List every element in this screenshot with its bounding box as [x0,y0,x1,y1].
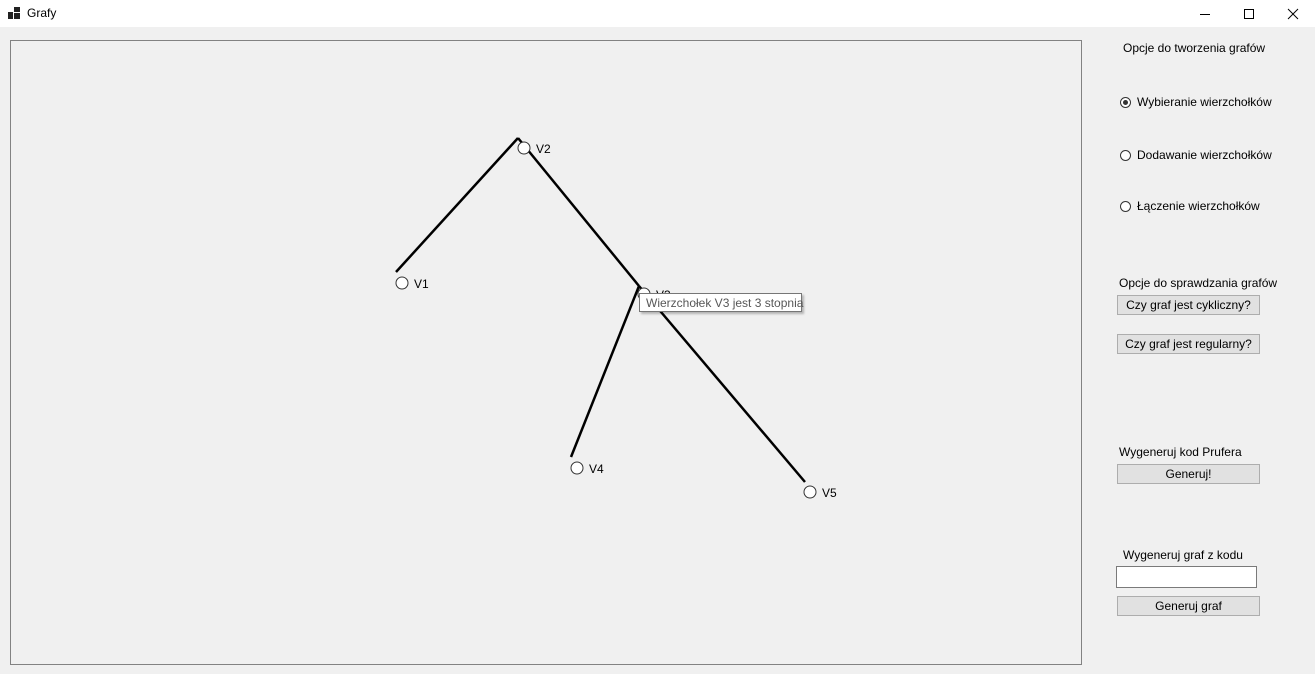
from-code-title: Wygeneruj graf z kodu [1123,548,1243,562]
radio-indicator[interactable] [1120,149,1131,161]
vertex-v1[interactable] [395,276,409,290]
vertex-label-v2: V2 [536,142,551,156]
edge-v3-v5 [638,285,806,483]
app-icon [8,7,20,19]
generate-graph-button[interactable]: Generuj graf [1117,596,1260,616]
radio-label-select-vertices: Wybieranie wierzchołków [1137,95,1272,109]
radio-label-connect-vertices: Łączenie wierzchołków [1137,199,1260,213]
minimize-button[interactable] [1182,0,1227,27]
vertex-degree-tooltip: Wierzchołek V3 jest 3 stopnia [639,293,803,312]
radio-indicator-checked[interactable] [1120,96,1131,108]
minimize-icon [1199,13,1210,15]
close-button[interactable] [1270,0,1315,27]
title-bar: Grafy [0,0,1315,27]
graph-svg [395,137,817,499]
radio-label-add-vertices: Dodawanie wierzchołków [1137,148,1272,162]
radio-indicator[interactable] [1120,200,1131,212]
vertex-label-v4: V4 [589,462,604,476]
radio-select-vertices[interactable]: Wybieranie wierzchołków [1120,95,1272,109]
maximize-button[interactable] [1226,0,1271,27]
check-cyclic-button[interactable]: Czy graf jest cykliczny? [1117,295,1260,315]
vertex-v4[interactable] [570,461,584,475]
edge-v2-v3 [517,137,640,287]
edge-v3-v4 [569,285,641,458]
close-icon [1287,8,1298,19]
vertex-label-v1: V1 [414,277,429,291]
vertex-v2[interactable] [517,141,531,155]
radio-connect-vertices[interactable]: Łączenie wierzchołków [1120,199,1260,213]
maximize-icon [1243,8,1254,19]
check-options-title: Opcje do sprawdzania grafów [1119,276,1278,290]
check-regular-button[interactable]: Czy graf jest regularny? [1117,334,1260,354]
prufer-code-input[interactable] [1116,566,1257,588]
create-options-title: Opcje do tworzenia grafów [1123,41,1266,55]
edge-v2-v1 [395,137,519,273]
vertex-v5[interactable] [803,485,817,499]
prufer-title: Wygeneruj kod Prufera [1119,445,1242,459]
radio-add-vertices[interactable]: Dodawanie wierzchołków [1120,148,1272,162]
generate-prufer-button[interactable]: Generuj! [1117,464,1260,484]
graph-canvas[interactable]: V1 V2 V3 V4 V5 [10,40,1082,665]
window-title: Grafy [27,6,57,20]
vertex-label-v5: V5 [822,486,837,500]
